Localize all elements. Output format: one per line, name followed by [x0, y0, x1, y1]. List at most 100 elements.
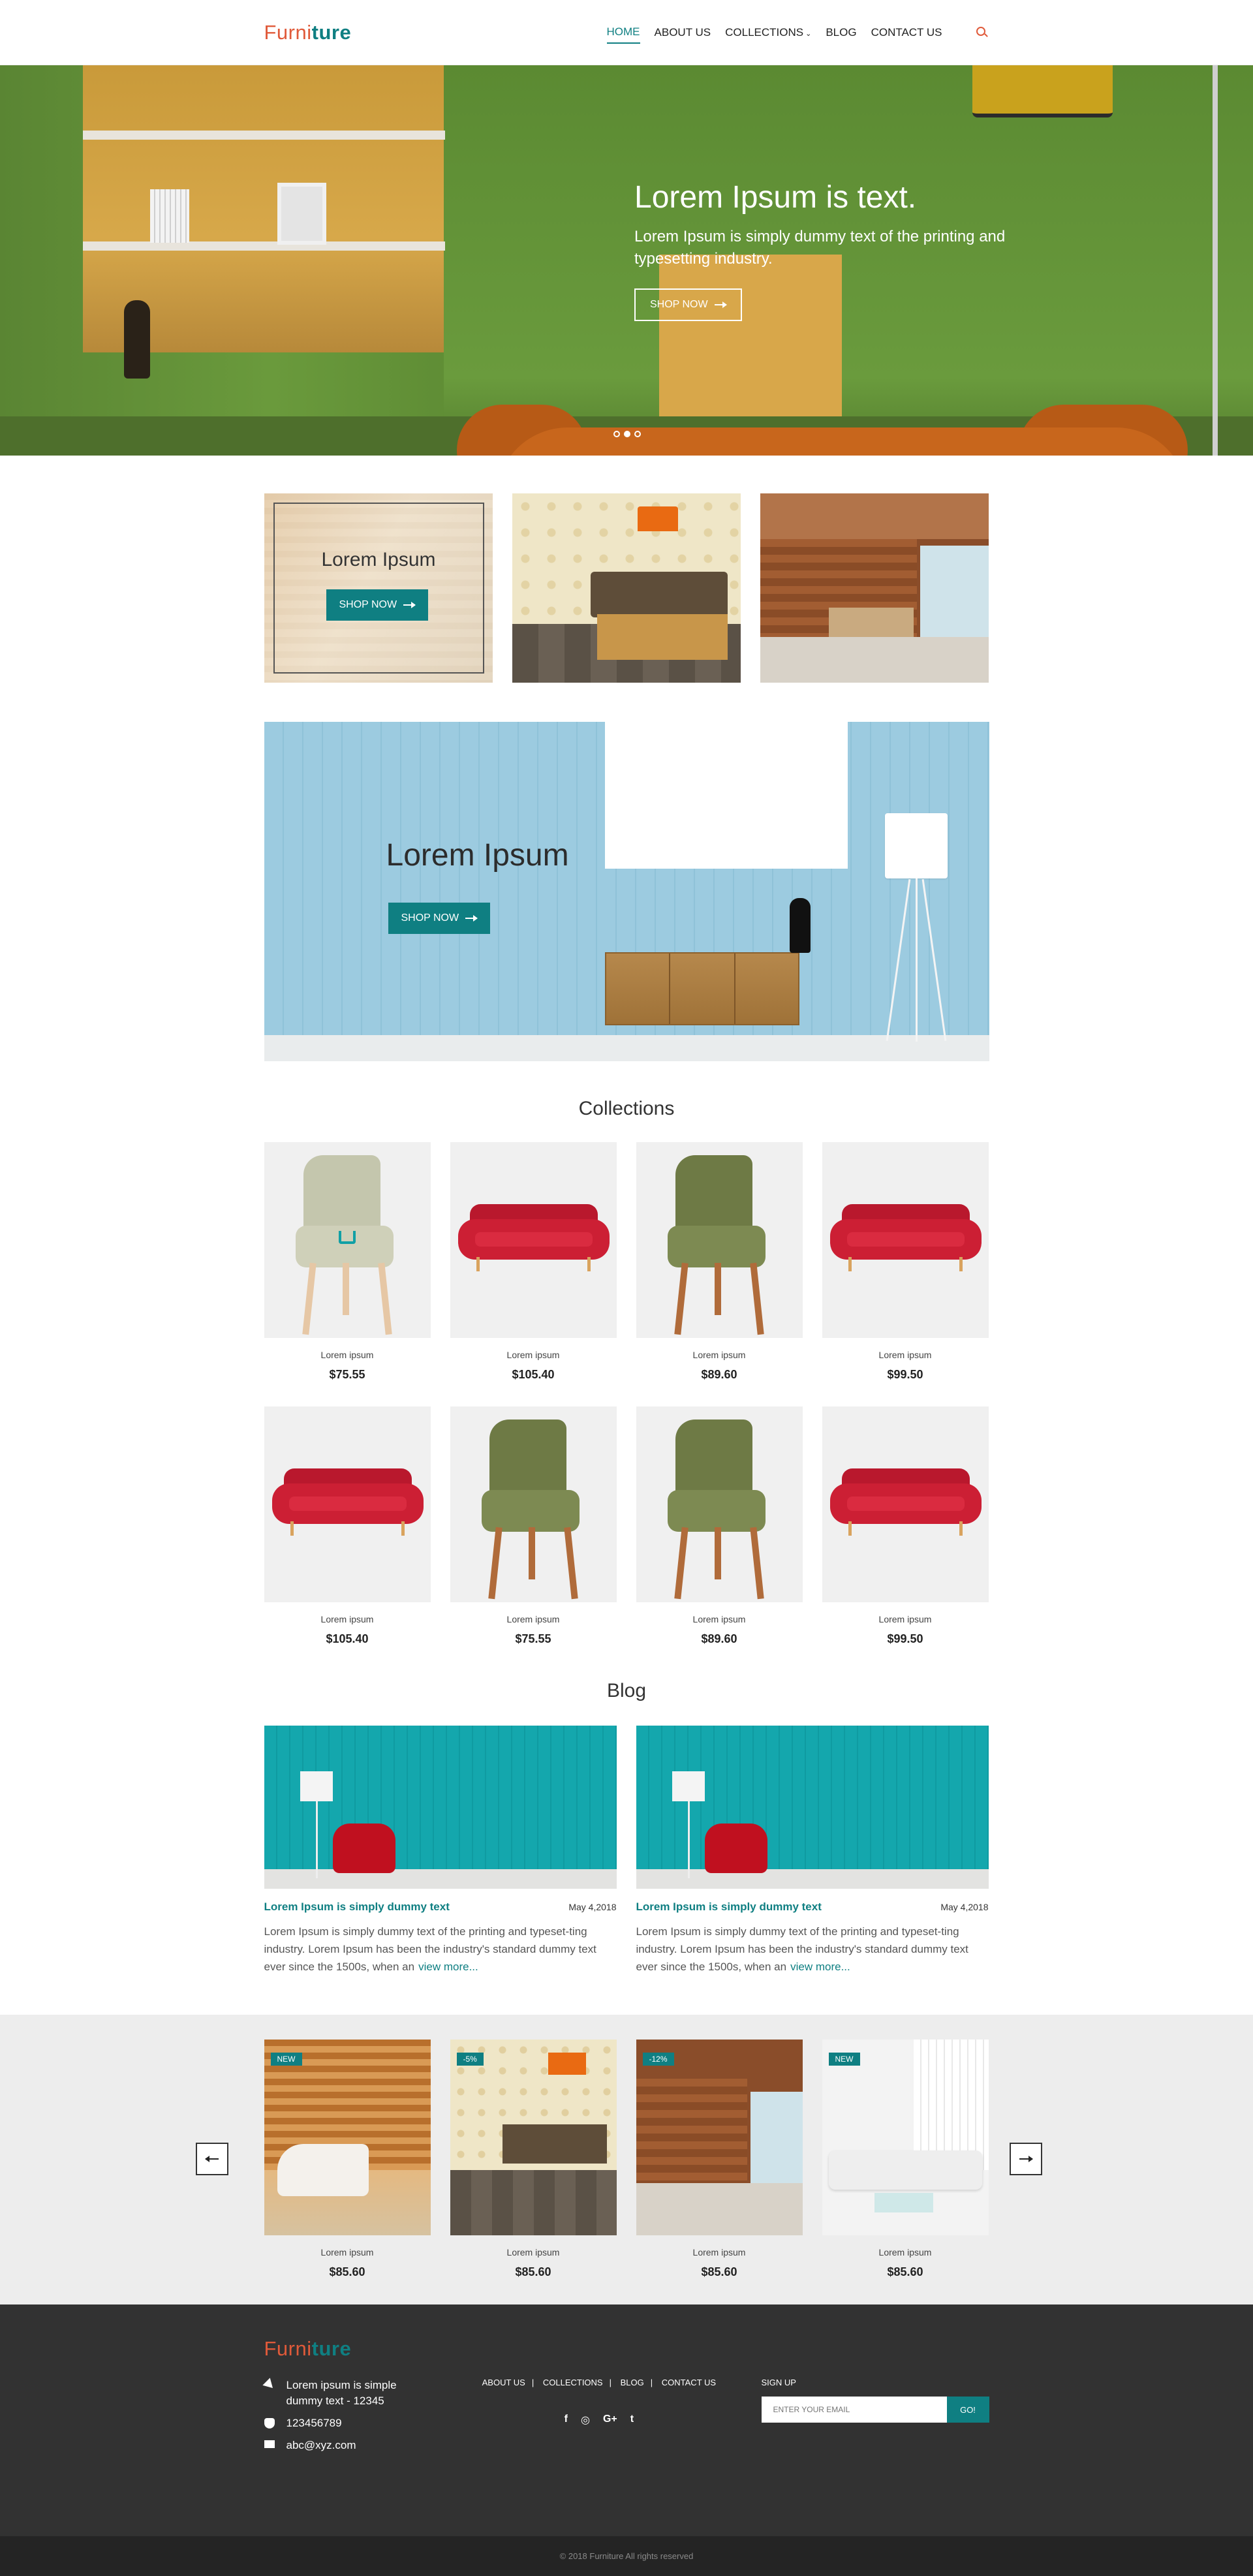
blog-image[interactable] [264, 1726, 617, 1889]
product-price: $75.55 [329, 1368, 365, 1381]
button-label: SHOP NOW [401, 912, 459, 923]
cart-icon[interactable] [338, 1231, 356, 1244]
email-input[interactable] [761, 2397, 947, 2423]
product-card[interactable]: Lorem ipsum $89.60 [636, 1406, 803, 1646]
product-card[interactable]: Lorem ipsum $105.40 [264, 1406, 431, 1646]
product-name: Lorem ipsum [878, 1350, 932, 1360]
footer-link-collections[interactable]: COLLECTIONS [543, 2378, 603, 2387]
logo[interactable]: Furniture [264, 21, 352, 44]
slider-dot-2[interactable] [624, 431, 630, 437]
blog-image-armchair [704, 1823, 767, 1873]
search-icon[interactable] [975, 25, 989, 40]
featured-card[interactable]: -5% Lorem ipsum $85.60 [450, 2040, 617, 2279]
slider-dot-3[interactable] [634, 431, 641, 437]
mail-icon [264, 2440, 275, 2448]
product-price: $105.40 [512, 1368, 555, 1381]
sofa-leg [290, 1521, 294, 1536]
product-price: $89.60 [701, 1368, 737, 1381]
product-card[interactable]: Lorem ipsum $89.60 [636, 1142, 803, 1382]
banner-statue [789, 898, 811, 953]
feature-tile-2[interactable] [512, 493, 741, 683]
product-card[interactable]: Lorem ipsum $75.55 [264, 1142, 431, 1382]
product-price: $105.40 [326, 1632, 369, 1645]
hero-frame [277, 183, 326, 245]
product-card[interactable]: Lorem ipsum $105.40 [450, 1142, 617, 1382]
product-name: Lorem ipsum [692, 2247, 746, 2258]
featured-image-table [874, 2193, 933, 2212]
blog-meta: Lorem Ipsum is simply dummy text May 4,20… [264, 1901, 617, 1914]
banner-lamp-leg [921, 879, 946, 1041]
sofa-leg [476, 1257, 480, 1271]
blog-image[interactable] [636, 1726, 989, 1889]
featured-image-floor [450, 2170, 617, 2235]
arrow-right-icon [465, 915, 478, 922]
hero-content: Lorem Ipsum is text. Lorem Ipsum is simp… [634, 179, 1065, 321]
logo-part-1: Furni [264, 2337, 312, 2360]
featured-image-sofa [828, 2150, 982, 2190]
blog-post-title[interactable]: Lorem Ipsum is simply dummy text [264, 1901, 450, 1914]
sofa-leg [587, 1257, 591, 1271]
footer-link-separator: | [650, 2378, 653, 2387]
nav-blog[interactable]: BLOG [826, 22, 856, 43]
product-price: $89.60 [701, 1632, 737, 1645]
featured-card[interactable]: -12% Lorem ipsum $85.60 [636, 2040, 803, 2279]
email-text[interactable]: abc@xyz.com [286, 2438, 356, 2453]
arrow-right-icon [714, 302, 727, 308]
featured-card[interactable]: NEW Lorem ipsum $85.60 [264, 2040, 431, 2279]
hero-books [150, 189, 189, 243]
footer-link-blog[interactable]: BLOG [621, 2378, 644, 2387]
feature-tile-3[interactable] [760, 493, 989, 683]
blog-image-armchair [332, 1823, 395, 1873]
nav-about[interactable]: ABOUT US [655, 22, 711, 43]
banner-shop-now-button[interactable]: SHOP NOW [388, 903, 491, 934]
blog-list: Lorem Ipsum is simply dummy text May 4,20… [264, 1726, 989, 1976]
featured-card[interactable]: NEW Lorem ipsum $85.60 [822, 2040, 989, 2279]
facebook-icon[interactable]: f [565, 2413, 568, 2427]
product-price: $99.50 [887, 1632, 923, 1645]
new-badge: NEW [270, 2053, 302, 2066]
site-footer: Furniture Lorem ipsum is simple dummy te… [0, 2304, 1253, 2536]
chair-l1 [673, 1262, 688, 1335]
nav-collections[interactable]: COLLECTIONS ⌄ [725, 22, 811, 43]
tile-shop-now-button[interactable]: SHOP NOW [326, 589, 429, 621]
product-image [450, 1142, 617, 1338]
footer-logo[interactable]: Furniture [264, 2337, 989, 2361]
feature-tile-1[interactable]: Lorem Ipsum SHOP NOW [264, 493, 493, 683]
view-more-link[interactable]: view more... [790, 1961, 850, 1973]
product-card[interactable]: Lorem ipsum $99.50 [822, 1406, 989, 1646]
blog-post-title[interactable]: Lorem Ipsum is simply dummy text [636, 1901, 822, 1914]
twitter-icon[interactable]: t [630, 2413, 634, 2427]
footer-phone: 123456789 [264, 2415, 457, 2431]
product-name: Lorem ipsum [692, 1614, 746, 1624]
tile-table [596, 614, 728, 660]
product-image [264, 1406, 431, 1602]
footer-email: abc@xyz.com [264, 2438, 457, 2453]
view-more-link[interactable]: view more... [418, 1961, 478, 1973]
blog-post: Lorem Ipsum is simply dummy text May 4,20… [636, 1726, 989, 1976]
sofa-leg [848, 1521, 852, 1536]
slider-next-button[interactable] [1009, 2143, 1042, 2175]
product-card[interactable]: Lorem ipsum $99.50 [822, 1142, 989, 1382]
hero-shop-now-button[interactable]: SHOP NOW [634, 288, 742, 321]
go-button[interactable]: GO! [946, 2397, 989, 2423]
nav-home[interactable]: HOME [606, 22, 640, 44]
nav-contact[interactable]: CONTACT US [871, 22, 942, 43]
chair-l3 [342, 1263, 349, 1315]
banner-floor [264, 1035, 989, 1061]
instagram-icon[interactable]: ◎ [581, 2413, 590, 2427]
chair-l1 [487, 1527, 503, 1600]
chair-seat [667, 1226, 766, 1267]
phone-text: 123456789 [286, 2417, 342, 2429]
footer-link-about[interactable]: ABOUT US [482, 2378, 525, 2387]
hero-slider: Lorem Ipsum is text. Lorem Ipsum is simp… [0, 65, 1253, 456]
slider-prev-button[interactable] [195, 2143, 228, 2175]
google-plus-icon[interactable]: G+ [603, 2413, 617, 2427]
slider-dot-1[interactable] [613, 431, 620, 437]
product-name: Lorem ipsum [320, 2247, 374, 2258]
banner-title: Lorem Ipsum [386, 838, 569, 873]
product-image [450, 1406, 617, 1602]
chair-l3 [714, 1263, 721, 1315]
footer-link-contact[interactable]: CONTACT US [662, 2378, 716, 2387]
product-card[interactable]: Lorem ipsum $75.55 [450, 1406, 617, 1646]
tile-floor [760, 637, 989, 683]
